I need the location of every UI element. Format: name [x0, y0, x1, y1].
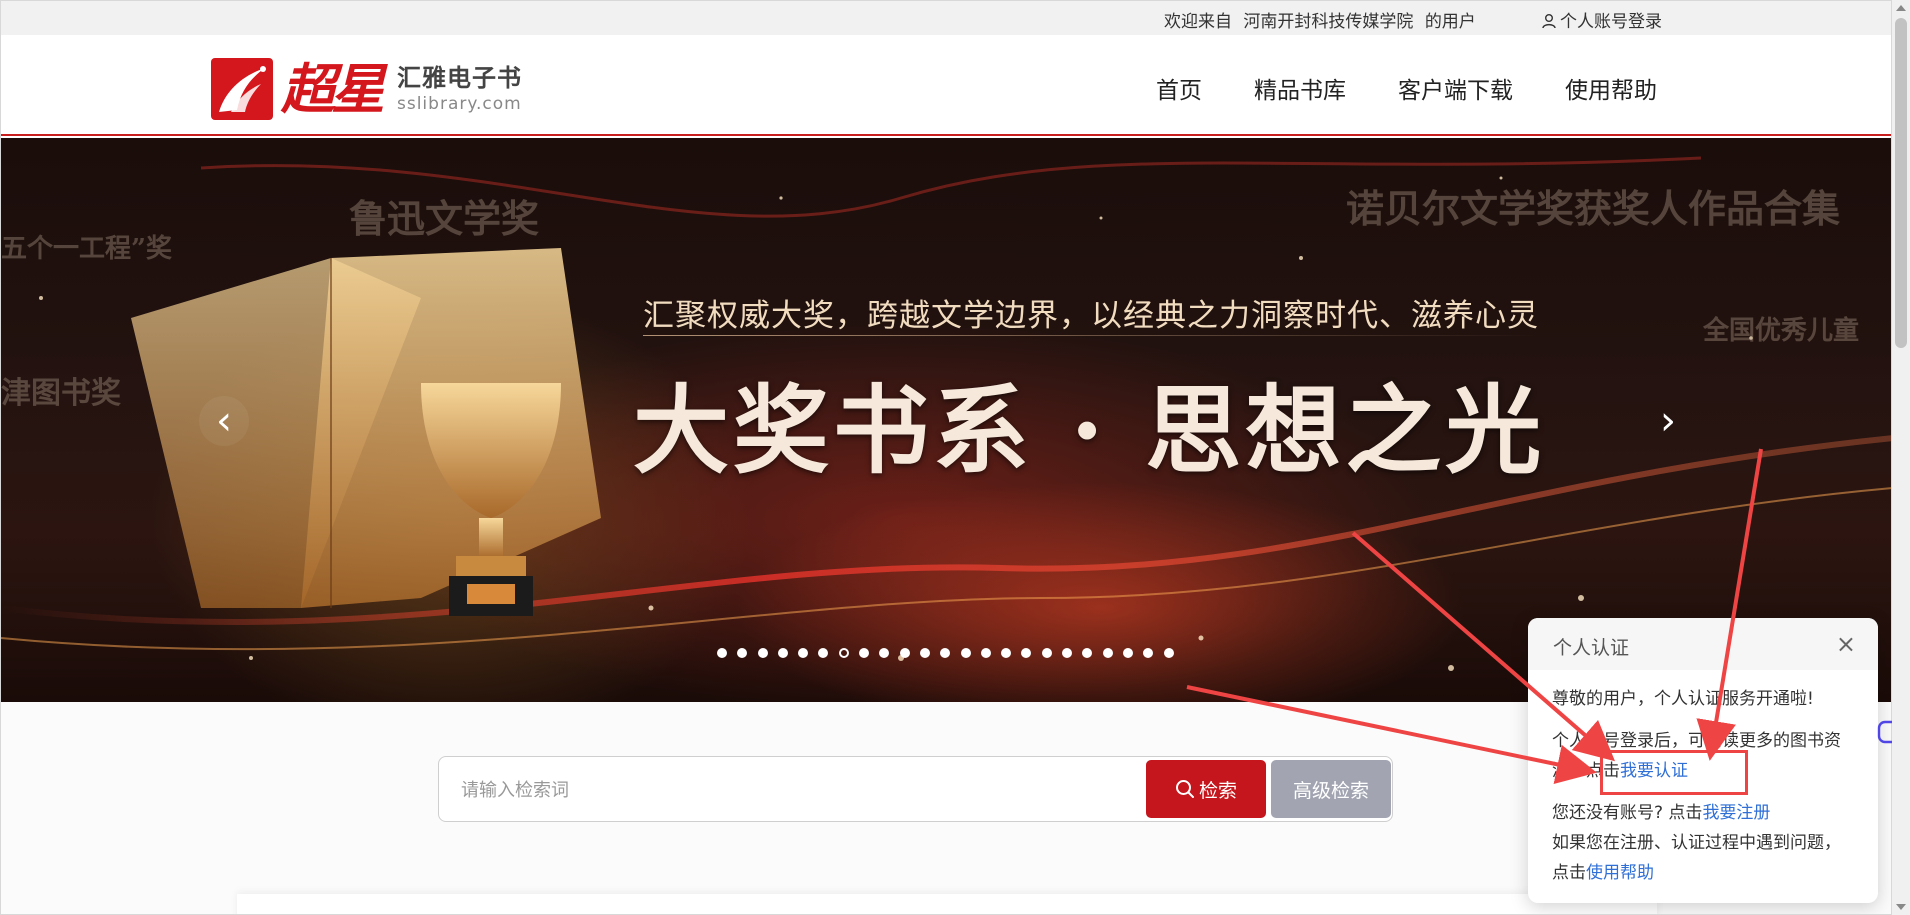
banner-prev-button[interactable]: ‹	[199, 396, 249, 446]
search-icon	[1175, 780, 1194, 798]
banner-slide-dot[interactable]	[940, 648, 951, 658]
banner-slide-dot[interactable]	[919, 648, 930, 658]
popup-title: 个人认证	[1553, 637, 1630, 659]
banner-subtitle: 汇聚权威大奖，跨越文学边界，以经典之力洞察时代、滋养心灵	[643, 298, 1539, 334]
banner-slide-dot[interactable]	[859, 648, 870, 658]
banner-slide-dot[interactable]	[899, 648, 910, 658]
search-button-label: 检索	[1198, 779, 1237, 802]
personal-login-link[interactable]: 个人账号登录	[1541, 7, 1662, 32]
banner-bg-award-4: 诺贝尔文学奖获奖人作品合集	[1346, 186, 1841, 231]
welcome-message: 欢迎来自 河南开封科技传媒学院 的用户	[1164, 7, 1482, 32]
welcome-suffix: 的用户	[1424, 12, 1476, 32]
nav-home[interactable]: 首页	[1156, 71, 1202, 105]
advanced-search-button[interactable]: 高级检索	[1271, 760, 1391, 818]
banner-slide-dot[interactable]	[1062, 648, 1073, 658]
banner-slide-dot[interactable]	[980, 648, 991, 658]
nav-premium-library[interactable]: 精品书库	[1254, 71, 1346, 105]
banner-slide-dot[interactable]	[717, 648, 727, 658]
banner-slide-dot[interactable]	[818, 648, 829, 658]
logo-domain: sslibrary.com	[397, 93, 522, 114]
banner-slide-dot[interactable]	[798, 648, 809, 658]
banner-slide-dot[interactable]	[1102, 648, 1113, 658]
banner-slide-dot[interactable]	[1021, 648, 1032, 658]
institution-name: 河南开封科技传媒学院	[1243, 12, 1414, 32]
annotation-highlight-box	[1600, 750, 1748, 795]
search-input[interactable]	[459, 771, 1143, 809]
main-nav: 首页 精品书库 客户端下载 使用帮助	[1156, 71, 1709, 105]
search-bar: 检索 高级检索	[438, 756, 1393, 822]
site-header: 超星 汇雅电子书 sslibrary.com 首页 精品书库 客户端下载 使用帮…	[1, 35, 1891, 136]
banner-divider	[643, 335, 1543, 336]
banner-slide-dot[interactable]	[879, 648, 890, 658]
content-card	[237, 894, 1657, 914]
nav-help[interactable]: 使用帮助	[1565, 71, 1657, 105]
banner-slide-dot[interactable]	[1082, 648, 1093, 658]
banner-bg-award-5: 全国优秀儿童	[1703, 316, 1860, 346]
banner-bg-award-1: 鲁迅文学奖	[349, 196, 540, 241]
banner-pagination	[717, 648, 1184, 658]
top-bar: 欢迎来自 河南开封科技传媒学院 的用户 个人账号登录	[1, 1, 1891, 35]
vertical-scrollbar[interactable]	[1892, 0, 1910, 915]
banner-slide-dot[interactable]	[838, 648, 849, 658]
popup-register-prefix: 您还没有账号? 点击	[1552, 803, 1703, 823]
banner-slide-dot[interactable]	[960, 648, 971, 658]
login-label: 个人账号登录	[1560, 12, 1662, 32]
banner-bg-award-3: 津图书奖	[1, 376, 121, 411]
logo-chinese-name: 汇雅电子书	[397, 63, 522, 92]
banner-slide-dot[interactable]	[1163, 648, 1174, 658]
popup-greeting: 尊敬的用户，个人认证服务开通啦!	[1552, 689, 1814, 709]
banner-slide-dot[interactable]	[1001, 648, 1012, 658]
popup-header: 个人认证 ×	[1528, 618, 1878, 670]
site-logo[interactable]: 超星 汇雅电子书 sslibrary.com	[211, 57, 522, 121]
browser-viewport: 欢迎来自 河南开封科技传媒学院 的用户 个人账号登录 超星 汇雅电子书 ssli…	[0, 0, 1892, 915]
popup-help-text: 如果您在注册、认证过程中遇到问题，点击使用帮助	[1552, 828, 1854, 888]
logo-script-text: 超星	[281, 57, 385, 121]
banner-slide-dot[interactable]	[1041, 648, 1052, 658]
banner-slide-dot[interactable]	[757, 648, 768, 658]
banner-slide-dot[interactable]	[1143, 648, 1154, 658]
banner-slide-dot[interactable]	[777, 648, 788, 658]
help-link[interactable]: 使用帮助	[1586, 863, 1654, 883]
welcome-prefix: 欢迎来自	[1164, 12, 1232, 32]
banner-title: 大奖书系 · 思想之光	[633, 374, 1546, 487]
logo-mark-icon	[211, 58, 273, 120]
scrollbar-thumb[interactable]	[1895, 18, 1907, 348]
logo-text: 汇雅电子书 sslibrary.com	[397, 66, 522, 113]
user-icon	[1542, 14, 1556, 29]
banner-slide-dot[interactable]	[1122, 648, 1133, 658]
popup-register-text: 您还没有账号? 点击我要注册	[1552, 798, 1854, 828]
popup-close-icon[interactable]: ×	[1836, 630, 1856, 658]
banner-next-button[interactable]: ›	[1643, 396, 1693, 446]
search-button[interactable]: 检索	[1146, 760, 1266, 818]
banner-bg-award-2: 五个一工程”奖	[1, 234, 172, 264]
scroll-up-arrow-icon[interactable]	[1896, 5, 1906, 11]
nav-client-download[interactable]: 客户端下载	[1398, 71, 1513, 105]
banner-slide-dot[interactable]	[737, 648, 748, 658]
register-link[interactable]: 我要注册	[1702, 803, 1770, 823]
scroll-down-arrow-icon[interactable]	[1896, 904, 1906, 910]
